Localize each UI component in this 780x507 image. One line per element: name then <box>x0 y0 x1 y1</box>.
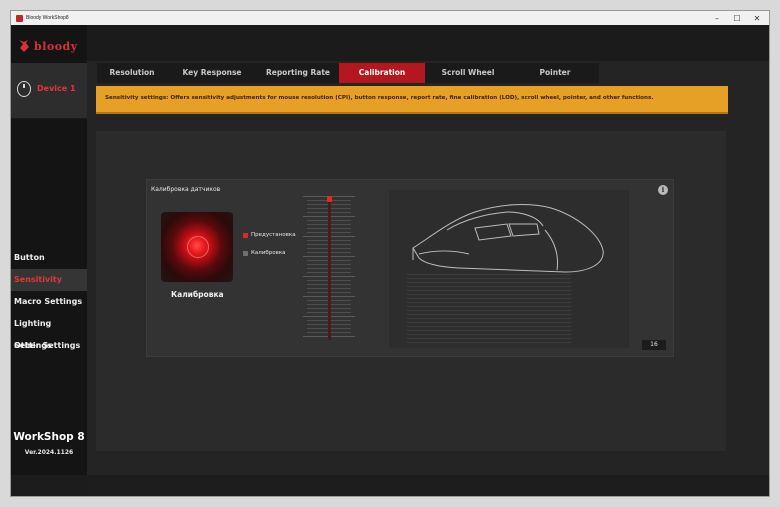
close-button[interactable]: ✕ <box>747 14 767 23</box>
content-area: Калибровка датчиков i Калибровка Предуст… <box>96 131 726 451</box>
slider-rail <box>328 196 331 340</box>
mouse-outline-icon <box>412 204 604 273</box>
tab-resolution[interactable]: Resolution <box>97 63 167 83</box>
window-title: Bloody WorkShop8 <box>26 15 69 21</box>
tab-bar: Resolution Key Response Reporting Rate C… <box>97 63 599 83</box>
calibration-panel: Калибровка датчиков i Калибровка Предуст… <box>146 179 674 357</box>
nav-item-sensitivity[interactable]: Sensitivity <box>11 269 87 291</box>
sensor-label: Калибровка <box>171 290 224 299</box>
option-calibration-label: Калибровка <box>251 250 286 256</box>
tab-reporting-rate[interactable]: Reporting Rate <box>257 63 339 83</box>
brand-logo: bloody <box>17 39 78 53</box>
sidebar-nav: Button Sensitivity Macro Settings Lighti… <box>11 247 87 357</box>
sidebar: bloody Device 1 Button Sensitivity Macro… <box>11 25 87 475</box>
mouse-icon <box>17 81 31 97</box>
nav-item-other-settings[interactable]: Other Settings <box>11 335 87 357</box>
info-banner: Sensitivity settings: Offers sensitivity… <box>96 86 728 114</box>
mouse-preview <box>389 190 629 348</box>
option-preset[interactable]: Предустановка <box>243 232 296 238</box>
nav-item-lighting-settings[interactable]: Lighting Settings <box>11 313 87 350</box>
app-icon <box>16 14 23 22</box>
main-area: Resolution Key Response Reporting Rate C… <box>87 25 769 475</box>
workshop-title: WorkShop 8 <box>13 431 85 443</box>
flag-icon <box>243 250 248 256</box>
device-selector[interactable]: Device 1 <box>11 63 87 119</box>
banner-text: Sensitivity settings: Offers sensitivity… <box>105 95 654 101</box>
logo-text: bloody <box>34 39 78 53</box>
version-label: Ver.2024.1126 <box>24 449 74 456</box>
slider-thumb[interactable] <box>327 196 332 202</box>
tab-pointer[interactable]: Pointer <box>511 63 599 83</box>
app-window: Bloody WorkShop8 – ☐ ✕ bloody Device 1 B… <box>10 10 770 497</box>
top-strip <box>87 25 769 61</box>
calibration-value: 16 <box>642 340 666 350</box>
tab-scroll-wheel[interactable]: Scroll Wheel <box>425 63 511 83</box>
minimize-button[interactable]: – <box>707 14 727 23</box>
info-icon[interactable]: i <box>658 185 668 195</box>
bloody-logo-icon <box>19 40 29 52</box>
flag-icon <box>243 232 248 238</box>
maximize-button[interactable]: ☐ <box>727 14 747 23</box>
mouse-sensor-lines <box>407 274 571 344</box>
nav-item-macro-settings[interactable]: Macro Settings <box>11 291 87 313</box>
tab-key-response[interactable]: Key Response <box>167 63 257 83</box>
bottom-strip <box>87 475 769 496</box>
panel-title: Калибровка датчиков <box>151 186 221 193</box>
calibration-slider[interactable] <box>303 196 355 340</box>
title-bar: Bloody WorkShop8 – ☐ ✕ <box>11 11 769 25</box>
nav-item-button[interactable]: Button <box>11 247 87 269</box>
tab-calibration[interactable]: Calibration <box>339 63 425 83</box>
sensor-ring-icon <box>187 236 209 258</box>
device-label: Device 1 <box>37 84 76 93</box>
option-calibration[interactable]: Калибровка <box>243 250 286 256</box>
option-preset-label: Предустановка <box>251 232 296 238</box>
sensor-calibration-button[interactable] <box>161 212 233 282</box>
